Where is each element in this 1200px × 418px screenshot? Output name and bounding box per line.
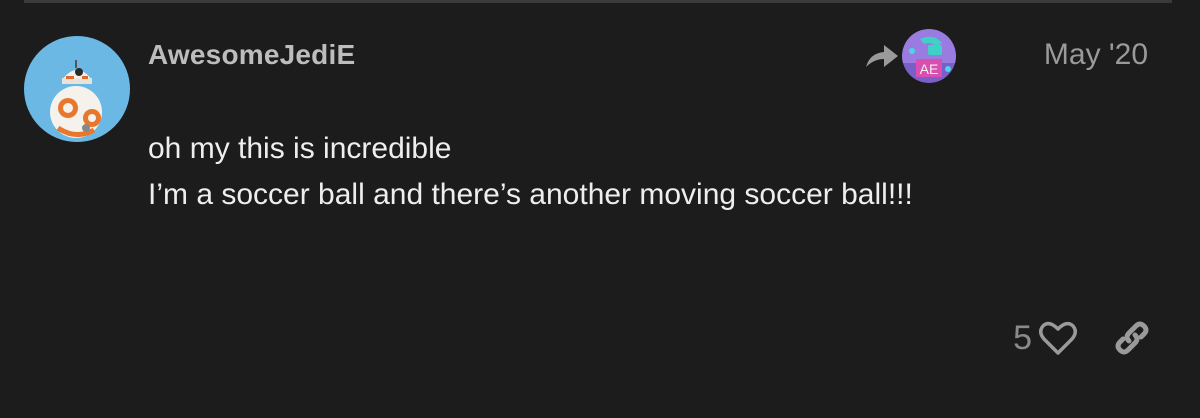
reply-to-avatar[interactable]: AE [902, 29, 956, 83]
user-avatar[interactable] [24, 36, 130, 142]
post-line: I’m a soccer ball and there’s another mo… [148, 178, 913, 211]
post-content: oh my this is incredible I’m a soccer ba… [148, 126, 1148, 218]
reply-avatar-label: AE [920, 61, 939, 77]
link-icon [1115, 321, 1149, 355]
post-line: oh my this is incredible [148, 132, 452, 165]
like-button[interactable] [1038, 320, 1078, 356]
username-link[interactable]: AwesomeJediE [148, 39, 355, 71]
bb8-avatar-icon [24, 36, 130, 142]
post-actions: 5 [1013, 314, 1152, 362]
post-date[interactable]: May '20 [1044, 38, 1148, 72]
reply-avatar-image-icon: AE [902, 29, 956, 83]
like-count[interactable]: 5 [1013, 319, 1032, 358]
share-link-button[interactable] [1112, 318, 1152, 358]
topic-post: AwesomeJediE AE May '20 oh my this is in… [0, 0, 1200, 418]
reply-to-indicator[interactable]: AE [862, 28, 956, 84]
heart-outline-icon [1039, 321, 1077, 355]
post-divider [24, 0, 1172, 3]
reply-arrow-icon [866, 45, 898, 67]
